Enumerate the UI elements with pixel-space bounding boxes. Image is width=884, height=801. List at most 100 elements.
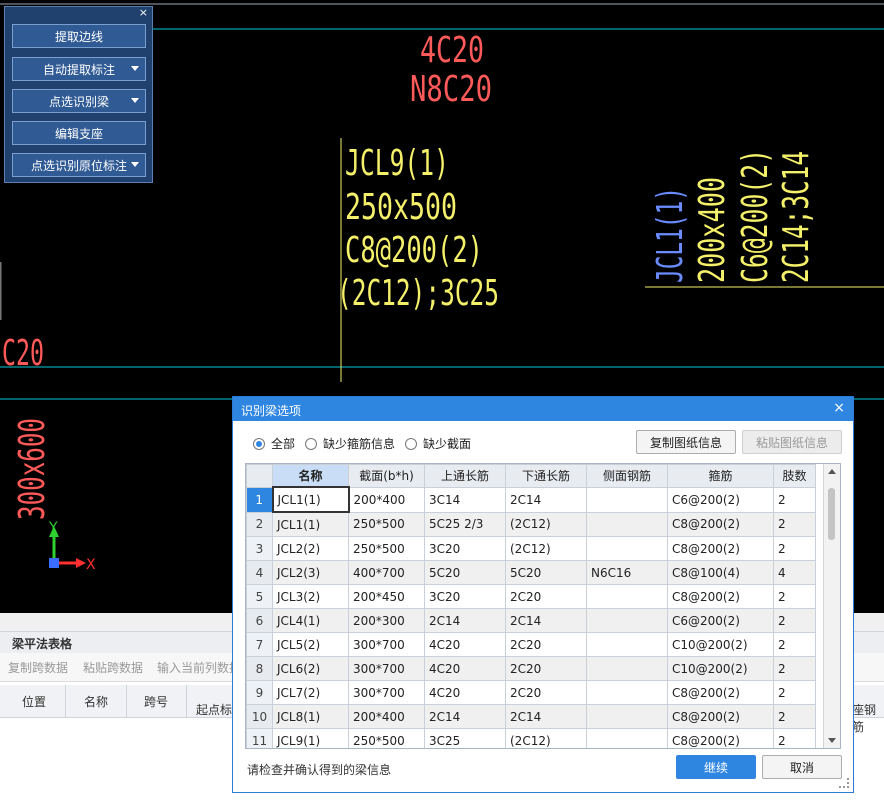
scroll-thumb[interactable] xyxy=(828,488,835,540)
cell-stirrup[interactable]: C6@200(2) xyxy=(667,486,774,513)
grid-row[interactable]: 1 JCL1(1) 200*400 3C14 2C14 C6@200(2) 2 xyxy=(246,486,816,513)
header-span-number[interactable]: 跨号 xyxy=(144,693,168,710)
dialog-close-icon[interactable]: × xyxy=(833,400,845,416)
cell-top-rebar[interactable]: 4C20 xyxy=(424,632,506,657)
cell-stirrup[interactable]: C6@200(2) xyxy=(667,608,774,633)
cell-section[interactable]: 300*700 xyxy=(348,632,425,657)
cell-top-rebar[interactable]: 2C14 xyxy=(424,608,506,633)
cell-stirrup[interactable]: C8@100(4) xyxy=(667,560,774,585)
dialog-title-bar[interactable]: 识别梁选项 × xyxy=(233,397,853,421)
cell-name[interactable]: JCL6(2) xyxy=(272,656,349,681)
grid-row[interactable]: 3 JCL2(2) 250*500 3C20 (2C12) C8@200(2) 2 xyxy=(246,536,816,561)
scroll-up-icon[interactable] xyxy=(828,469,836,474)
row-number[interactable]: 11 xyxy=(246,728,273,748)
grid-row[interactable]: 11 JCL9(1) 250*500 3C25 (2C12) C8@200(2) 2 xyxy=(246,728,816,748)
cell-section[interactable]: 300*700 xyxy=(348,656,425,681)
chevron-down-icon[interactable] xyxy=(131,66,139,71)
cell-legs[interactable]: 2 xyxy=(773,584,816,609)
cell-bottom-rebar[interactable]: (2C12) xyxy=(505,511,587,537)
col-header-bottom-rebar[interactable]: 下通长筋 xyxy=(505,464,587,488)
cell-top-rebar[interactable]: 3C14 xyxy=(424,486,506,513)
copy-drawing-info-button[interactable]: 复制图纸信息 xyxy=(636,430,736,454)
cell-side-rebar[interactable] xyxy=(586,608,668,633)
cell-stirrup[interactable]: C8@200(2) xyxy=(667,680,774,705)
grid-row[interactable]: 4 JCL2(3) 400*700 5C20 5C20 N6C16 C8@100(4) 4 xyxy=(246,560,816,585)
col-header-side-rebar[interactable]: 侧面钢筋 xyxy=(586,464,668,488)
cell-stirrup[interactable]: C10@200(2) xyxy=(667,656,774,681)
cell-bottom-rebar[interactable]: 2C20 xyxy=(505,680,587,705)
cell-side-rebar[interactable] xyxy=(586,584,668,609)
tool-panel-close-icon[interactable]: × xyxy=(139,6,148,19)
cell-top-rebar[interactable]: 4C20 xyxy=(424,656,506,681)
cell-bottom-rebar[interactable]: 2C20 xyxy=(505,584,587,609)
auto-extract-annotation-button[interactable]: 自动提取标注 xyxy=(12,57,146,81)
cell-side-rebar[interactable] xyxy=(586,632,668,657)
cell-bottom-rebar[interactable]: (2C12) xyxy=(505,728,587,748)
cell-stirrup[interactable]: C8@200(2) xyxy=(667,536,774,561)
grid-row[interactable]: 8 JCL6(2) 300*700 4C20 2C20 C10@200(2) 2 xyxy=(246,656,816,681)
radio-missing-stirrup-indicator[interactable] xyxy=(305,437,317,450)
cell-stirrup[interactable]: C8@200(2) xyxy=(667,704,774,729)
cell-bottom-rebar[interactable]: 2C14 xyxy=(505,704,587,729)
cell-name[interactable]: JCL5(2) xyxy=(272,632,349,657)
cancel-button[interactable]: 取消 xyxy=(762,755,842,779)
cell-bottom-rebar[interactable]: 2C20 xyxy=(505,656,587,681)
paste-span-data-button[interactable]: 粘贴跨数据 xyxy=(83,659,143,676)
cell-side-rebar[interactable] xyxy=(586,486,668,513)
pick-recognize-in-situ-button[interactable]: 点选识别原位标注 xyxy=(12,153,146,177)
copy-span-data-button[interactable]: 复制跨数据 xyxy=(8,659,68,676)
cell-side-rebar[interactable] xyxy=(586,704,668,729)
row-number[interactable]: 9 xyxy=(246,680,273,705)
radio-missing-section-indicator[interactable] xyxy=(405,437,417,450)
cell-top-rebar[interactable]: 3C25 xyxy=(424,728,506,748)
radio-all-indicator[interactable] xyxy=(253,437,265,450)
cell-side-rebar[interactable] xyxy=(586,511,668,537)
cell-bottom-rebar[interactable]: 5C20 xyxy=(505,560,587,585)
cell-side-rebar[interactable] xyxy=(586,656,668,681)
cell-section[interactable]: 200*400 xyxy=(348,486,425,513)
row-number[interactable]: 2 xyxy=(246,511,273,537)
header-start-label[interactable]: 起点标 xyxy=(196,701,232,718)
col-header-top-rebar[interactable]: 上通长筋 xyxy=(424,464,506,488)
cell-name[interactable]: JCL1(1) xyxy=(272,511,349,537)
cell-side-rebar[interactable] xyxy=(586,728,668,748)
edit-support-button[interactable]: 编辑支座 xyxy=(12,121,146,145)
cell-bottom-rebar[interactable]: 2C14 xyxy=(505,608,587,633)
cell-name[interactable]: JCL1(1) xyxy=(271,486,350,513)
cell-stirrup[interactable]: C8@200(2) xyxy=(667,728,774,748)
input-column-data-button[interactable]: 输入当前列数据 xyxy=(157,659,241,676)
cell-legs[interactable]: 2 xyxy=(773,486,816,513)
grid-vertical-scrollbar[interactable] xyxy=(823,464,840,748)
resize-grip-icon[interactable] xyxy=(839,778,849,788)
grid-corner-cell[interactable] xyxy=(246,464,273,488)
cell-name[interactable]: JCL7(2) xyxy=(272,680,349,705)
cell-legs[interactable]: 2 xyxy=(773,536,816,561)
cell-legs[interactable]: 2 xyxy=(773,680,816,705)
cell-section[interactable]: 200*450 xyxy=(348,584,425,609)
cell-section[interactable]: 250*500 xyxy=(348,511,425,537)
cell-top-rebar[interactable]: 3C20 xyxy=(424,584,506,609)
cell-legs[interactable]: 2 xyxy=(773,632,816,657)
header-name[interactable]: 名称 xyxy=(84,693,108,710)
grid-row[interactable]: 9 JCL7(2) 300*700 4C20 2C20 C8@200(2) 2 xyxy=(246,680,816,705)
cell-top-rebar[interactable]: 5C20 xyxy=(424,560,506,585)
cell-section[interactable]: 200*400 xyxy=(348,704,425,729)
row-number[interactable]: 5 xyxy=(246,584,273,609)
cell-section[interactable]: 250*500 xyxy=(348,728,425,748)
header-position[interactable]: 位置 xyxy=(22,693,46,710)
row-number[interactable]: 8 xyxy=(246,656,273,681)
cell-legs[interactable]: 2 xyxy=(773,704,816,729)
cell-legs[interactable]: 4 xyxy=(773,560,816,585)
col-header-stirrup[interactable]: 箍筋 xyxy=(667,464,774,488)
cell-section[interactable]: 200*300 xyxy=(348,608,425,633)
cell-stirrup[interactable]: C8@200(2) xyxy=(667,511,774,537)
cell-bottom-rebar[interactable]: (2C12) xyxy=(505,536,587,561)
cell-legs[interactable]: 2 xyxy=(773,656,816,681)
beam-info-grid[interactable]: 名称 截面(b*h) 上通长筋 下通长筋 侧面钢筋 箍筋 肢数 1 JCL1(1)… xyxy=(245,463,841,749)
col-header-legs[interactable]: 肢数 xyxy=(773,464,816,488)
cell-section[interactable]: 250*500 xyxy=(348,536,425,561)
paste-drawing-info-button[interactable]: 粘贴图纸信息 xyxy=(742,430,842,454)
cell-side-rebar[interactable] xyxy=(586,680,668,705)
row-number[interactable]: 6 xyxy=(246,608,273,633)
cell-name[interactable]: JCL2(2) xyxy=(272,536,349,561)
